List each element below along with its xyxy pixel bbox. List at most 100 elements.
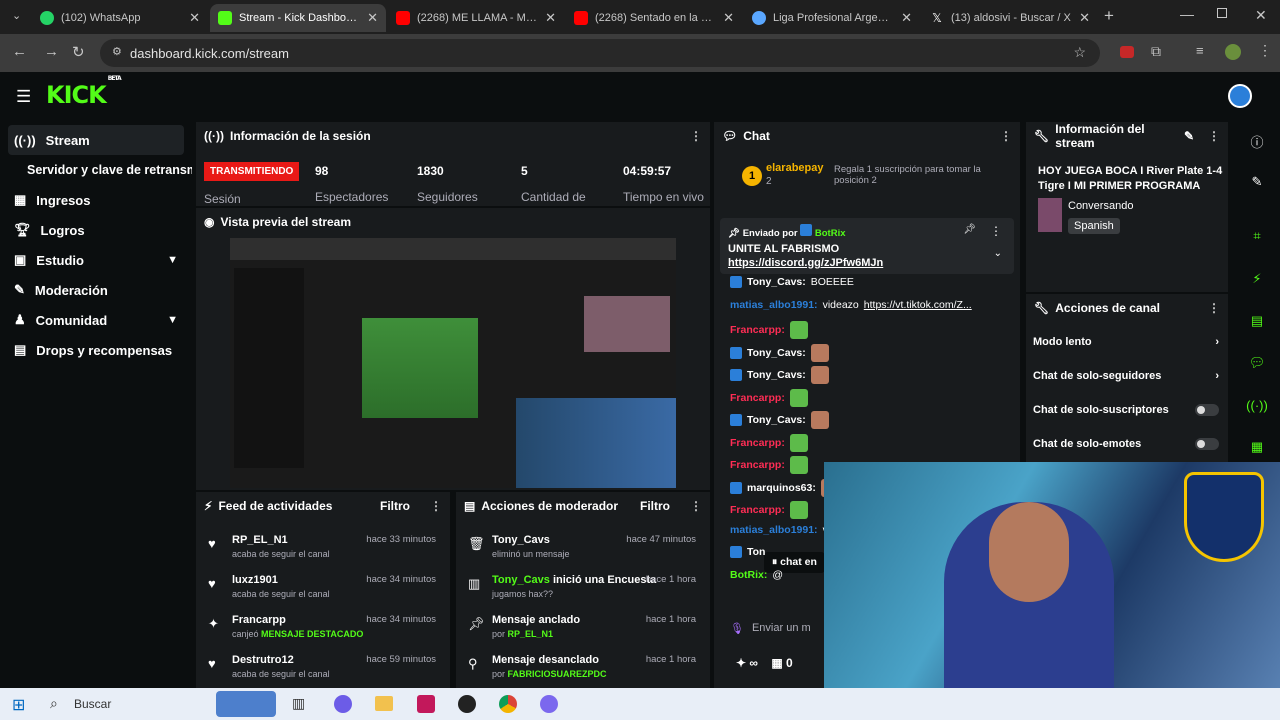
emotes-only-toggle[interactable] — [1195, 438, 1219, 450]
kick-logo[interactable]: KICKBETA — [46, 75, 122, 109]
chat-input[interactable]: 🎙︎ Enviar un m — [730, 616, 830, 640]
reload-icon[interactable]: ↻ — [72, 43, 85, 61]
extensions-puzzle-icon[interactable]: ⧉ — [1151, 43, 1161, 60]
sidebar-item-achievements[interactable]: 🏆︎ Logros — [0, 215, 192, 245]
maximize-icon[interactable] — [1217, 8, 1227, 18]
edit-icon[interactable]: ✎ — [1243, 168, 1271, 196]
sidebar-item-drops[interactable]: ▤ Drops y recompensas — [0, 335, 192, 365]
more-options-icon[interactable]: ⋮ — [430, 499, 442, 513]
tab-list-chevron-icon[interactable]: ⌄ — [12, 9, 21, 22]
pinned-link[interactable]: https://discord.gg/zJPfw6MJn — [728, 257, 883, 269]
chrome-icon[interactable] — [499, 695, 517, 713]
minimize-icon[interactable]: — — [1180, 6, 1194, 22]
stream-category[interactable]: Conversando — [1068, 200, 1133, 212]
more-options-icon[interactable]: ⋮ — [990, 224, 1002, 238]
info-icon[interactable]: ⓘ — [1243, 127, 1271, 155]
screenshot-icon[interactable]: ⌗ — [1243, 222, 1271, 250]
chat-icon[interactable]: 💬︎ — [1243, 349, 1271, 377]
more-options-icon[interactable]: ⋮ — [1208, 301, 1220, 315]
gift-leader-name[interactable]: elarabepay — [766, 162, 823, 174]
obs-icon[interactable] — [458, 695, 476, 713]
broadcast-icon[interactable]: ((·)) — [1243, 391, 1271, 419]
new-tab-icon[interactable]: + — [1104, 6, 1114, 26]
gift-prompt[interactable]: Regala 1 suscripción para tomar la posic… — [834, 164, 1014, 186]
extension-record-icon[interactable] — [1120, 46, 1134, 58]
chat-username[interactable]: Francarpp: — [730, 437, 785, 449]
taskbar-search[interactable]: Buscar — [74, 697, 111, 711]
chat-username[interactable]: Francarpp: — [730, 324, 785, 336]
file-explorer-icon[interactable] — [375, 696, 393, 711]
tab-kick-dashboard[interactable]: Stream - Kick Dashboard ✕ — [210, 4, 386, 32]
emotes-only-row: Chat de solo-emotes — [1033, 438, 1219, 450]
close-icon[interactable]: ✕ — [1079, 10, 1090, 26]
more-options-icon[interactable]: ⋮ — [690, 129, 702, 143]
chat-points[interactable]: ✦ ∞ ▦ 0 — [736, 656, 793, 670]
chat-username[interactable]: Ton — [747, 546, 765, 558]
tab-youtube-1[interactable]: (2268) ME LLAMA - MOMO ✕ — [388, 4, 564, 32]
close-icon[interactable]: ✕ — [367, 10, 378, 26]
bookmark-star-icon[interactable]: ☆ — [1073, 44, 1086, 61]
forward-icon[interactable]: → — [44, 43, 59, 60]
chat-username[interactable]: Francarpp: — [730, 504, 785, 516]
close-icon[interactable]: ✕ — [545, 10, 556, 26]
chat-username[interactable]: marquinos63: — [747, 482, 816, 494]
notes-icon[interactable]: ▤ — [1243, 307, 1271, 335]
taskbar-search-icon[interactable]: ⌕ — [50, 695, 58, 712]
sidebar-item-studio[interactable]: ▣ Estudio ▼ — [0, 245, 192, 275]
chevron-down-icon[interactable]: ⌄ — [994, 248, 1002, 259]
chat-username[interactable]: Tony_Cavs: — [747, 347, 806, 359]
sidebar-item-revenue[interactable]: ▦ Ingresos — [0, 185, 192, 215]
taskbar-widget-icon[interactable] — [216, 691, 276, 717]
chat-link[interactable]: https://vt.tiktok.com/Z... — [864, 299, 972, 311]
tab-liga-profesional[interactable]: Liga Profesional Argentina ✕ — [744, 4, 920, 32]
close-icon[interactable]: ✕ — [189, 10, 200, 26]
sidebar-item-community[interactable]: ♟ Comunidad ▼ — [0, 305, 192, 335]
chat-username[interactable]: BotRix: — [730, 569, 767, 581]
close-icon[interactable]: ✕ — [901, 10, 912, 26]
mic-icon[interactable]: 🎙︎ — [730, 622, 744, 635]
tab-x-search[interactable]: 𝕏 (13) aldosivi - Buscar / X ✕ — [922, 4, 1098, 32]
layout-icon[interactable]: ▦ — [1243, 433, 1271, 461]
sidebar-item-moderation[interactable]: ✎ Moderación — [0, 275, 192, 305]
lightning-icon[interactable]: ⚡︎ — [1243, 265, 1271, 293]
chat-username[interactable]: matias_albo1991: — [730, 524, 818, 536]
slow-mode-row[interactable]: Modo lento › — [1033, 336, 1219, 348]
wrench-icon: ✎ — [14, 282, 25, 297]
chat-username[interactable]: matias_albo1991: — [730, 299, 818, 311]
app-icon[interactable] — [417, 695, 435, 713]
url-input[interactable]: ⚙ dashboard.kick.com/stream ☆ — [100, 39, 1100, 67]
task-view-icon[interactable]: ▥ — [292, 695, 305, 712]
stream-preview-video[interactable] — [230, 238, 676, 488]
profile-avatar[interactable] — [1225, 44, 1241, 60]
tab-youtube-2[interactable]: (2268) Sentado en la esqu ✕ — [566, 4, 742, 32]
chat-username[interactable]: Francarpp: — [730, 459, 785, 471]
chat-username[interactable]: Francarpp: — [730, 392, 785, 404]
more-options-icon[interactable]: ⋮ — [1000, 129, 1012, 143]
settings-icon[interactable] — [540, 695, 558, 713]
tab-whatsapp[interactable]: (102) WhatsApp ✕ — [32, 4, 208, 32]
copilot-icon[interactable] — [334, 695, 352, 713]
edit-icon[interactable]: ✎ — [1184, 129, 1194, 143]
chat-username[interactable]: Tony_Cavs: — [747, 414, 806, 426]
feed-filter-button[interactable]: Filtro — [380, 499, 410, 513]
pin-toggle-icon[interactable]: 📌︎ — [963, 224, 976, 235]
followers-only-row[interactable]: Chat de solo-seguidores › — [1033, 370, 1219, 382]
chat-username[interactable]: Tony_Cavs: — [747, 276, 806, 288]
more-options-icon[interactable]: ⋮ — [690, 499, 702, 513]
more-options-icon[interactable]: ⋮ — [1208, 129, 1220, 143]
close-window-icon[interactable]: ✕ — [1255, 7, 1267, 24]
site-info-icon[interactable]: ⚙ — [112, 45, 122, 58]
chat-username[interactable]: Tony_Cavs: — [747, 369, 806, 381]
hamburger-menu-icon[interactable]: ☰ — [16, 87, 31, 107]
windows-start-icon[interactable]: ⊞ — [12, 695, 25, 715]
user-avatar[interactable] — [1228, 84, 1252, 108]
browser-menu-icon[interactable]: ⋮ — [1258, 42, 1272, 59]
close-icon[interactable]: ✕ — [723, 10, 734, 26]
mod-filter-button[interactable]: Filtro — [640, 499, 670, 513]
back-icon[interactable]: ← — [12, 43, 27, 60]
sidebar-item-stream[interactable]: ((·)) Stream — [8, 125, 184, 155]
youtube-icon — [396, 11, 410, 25]
media-control-icon[interactable]: ≡ — [1196, 43, 1204, 58]
sidebar-item-server-key[interactable]: Servidor y clave de retransmisión — [0, 155, 192, 185]
subscribers-only-toggle[interactable] — [1195, 404, 1219, 416]
